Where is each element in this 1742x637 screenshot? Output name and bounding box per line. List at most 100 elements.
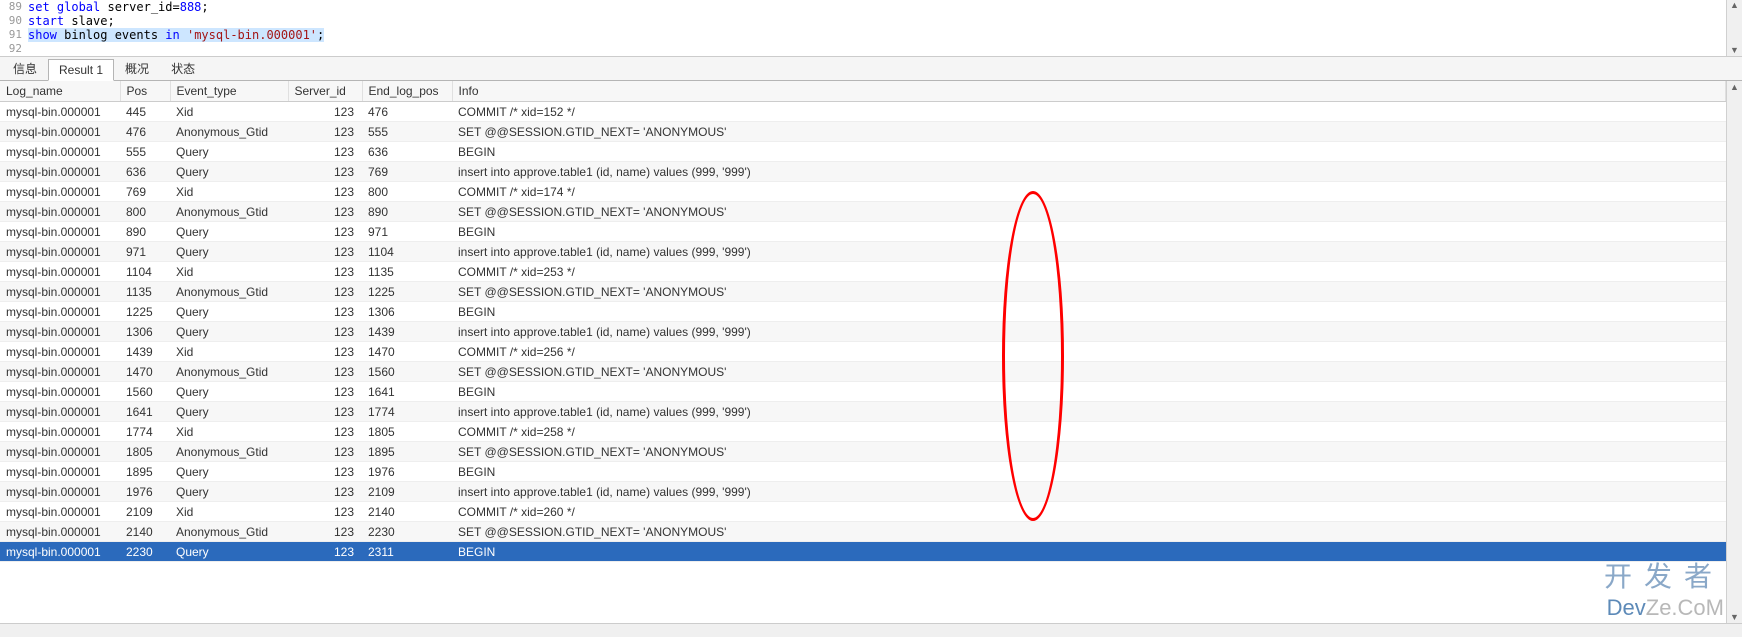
cell-logname[interactable]: mysql-bin.000001	[0, 542, 120, 562]
cell-pos[interactable]: 1641	[120, 402, 170, 422]
table-row[interactable]: mysql-bin.0000012230Query1232311BEGIN	[0, 542, 1726, 562]
cell-eventtype[interactable]: Anonymous_Gtid	[170, 122, 288, 142]
cell-info[interactable]: BEGIN	[452, 382, 1726, 402]
cell-logname[interactable]: mysql-bin.000001	[0, 322, 120, 342]
cell-eventtype[interactable]: Query	[170, 162, 288, 182]
cell-serverid[interactable]: 123	[288, 142, 362, 162]
editor-line[interactable]: 91show binlog events in 'mysql-bin.00000…	[2, 28, 1742, 42]
cell-endlogpos[interactable]: 1895	[362, 442, 452, 462]
col-header-serverid[interactable]: Server_id	[288, 81, 362, 102]
cell-eventtype[interactable]: Anonymous_Gtid	[170, 282, 288, 302]
table-row[interactable]: mysql-bin.0000011976Query1232109insert i…	[0, 482, 1726, 502]
table-row[interactable]: mysql-bin.0000011774Xid1231805COMMIT /* …	[0, 422, 1726, 442]
cell-logname[interactable]: mysql-bin.000001	[0, 202, 120, 222]
cell-eventtype[interactable]: Query	[170, 382, 288, 402]
cell-serverid[interactable]: 123	[288, 322, 362, 342]
cell-logname[interactable]: mysql-bin.000001	[0, 282, 120, 302]
cell-info[interactable]: insert into approve.table1 (id, name) va…	[452, 322, 1726, 342]
cell-serverid[interactable]: 123	[288, 382, 362, 402]
cell-eventtype[interactable]: Query	[170, 222, 288, 242]
grid-scrollbar-vertical[interactable]: ▲ ▼	[1726, 81, 1742, 623]
cell-endlogpos[interactable]: 890	[362, 202, 452, 222]
tab-概况[interactable]: 概况	[114, 56, 160, 80]
cell-logname[interactable]: mysql-bin.000001	[0, 442, 120, 462]
table-row[interactable]: mysql-bin.000001971Query1231104insert in…	[0, 242, 1726, 262]
cell-serverid[interactable]: 123	[288, 242, 362, 262]
cell-logname[interactable]: mysql-bin.000001	[0, 402, 120, 422]
table-row[interactable]: mysql-bin.0000011225Query1231306BEGIN	[0, 302, 1726, 322]
cell-logname[interactable]: mysql-bin.000001	[0, 142, 120, 162]
cell-logname[interactable]: mysql-bin.000001	[0, 482, 120, 502]
col-header-pos[interactable]: Pos	[120, 81, 170, 102]
table-row[interactable]: mysql-bin.000001769Xid123800COMMIT /* xi…	[0, 182, 1726, 202]
cell-eventtype[interactable]: Anonymous_Gtid	[170, 202, 288, 222]
cell-logname[interactable]: mysql-bin.000001	[0, 382, 120, 402]
cell-endlogpos[interactable]: 2140	[362, 502, 452, 522]
code-text[interactable]: start slave;	[28, 14, 115, 28]
col-header-info[interactable]: Info	[452, 81, 1726, 102]
cell-logname[interactable]: mysql-bin.000001	[0, 182, 120, 202]
cell-pos[interactable]: 769	[120, 182, 170, 202]
cell-info[interactable]: BEGIN	[452, 462, 1726, 482]
cell-endlogpos[interactable]: 1774	[362, 402, 452, 422]
cell-eventtype[interactable]: Xid	[170, 262, 288, 282]
cell-pos[interactable]: 2140	[120, 522, 170, 542]
scroll-down-icon[interactable]: ▼	[1730, 45, 1739, 56]
cell-info[interactable]: BEGIN	[452, 142, 1726, 162]
cell-info[interactable]: insert into approve.table1 (id, name) va…	[452, 482, 1726, 502]
code-text[interactable]: set global server_id=888;	[28, 0, 209, 14]
cell-pos[interactable]: 1805	[120, 442, 170, 462]
scroll-up-icon[interactable]: ▲	[1730, 0, 1739, 11]
cell-serverid[interactable]: 123	[288, 182, 362, 202]
cell-pos[interactable]: 1560	[120, 382, 170, 402]
cell-info[interactable]: SET @@SESSION.GTID_NEXT= 'ANONYMOUS'	[452, 282, 1726, 302]
cell-pos[interactable]: 476	[120, 122, 170, 142]
cell-eventtype[interactable]: Xid	[170, 422, 288, 442]
cell-info[interactable]: COMMIT /* xid=253 */	[452, 262, 1726, 282]
sql-editor[interactable]: 89set global server_id=888;90start slave…	[0, 0, 1742, 57]
cell-eventtype[interactable]: Query	[170, 482, 288, 502]
cell-pos[interactable]: 2109	[120, 502, 170, 522]
cell-serverid[interactable]: 123	[288, 502, 362, 522]
cell-endlogpos[interactable]: 1470	[362, 342, 452, 362]
cell-pos[interactable]: 1225	[120, 302, 170, 322]
cell-serverid[interactable]: 123	[288, 522, 362, 542]
cell-pos[interactable]: 2230	[120, 542, 170, 562]
cell-serverid[interactable]: 123	[288, 282, 362, 302]
cell-logname[interactable]: mysql-bin.000001	[0, 162, 120, 182]
cell-logname[interactable]: mysql-bin.000001	[0, 522, 120, 542]
cell-logname[interactable]: mysql-bin.000001	[0, 242, 120, 262]
cell-eventtype[interactable]: Xid	[170, 342, 288, 362]
table-row[interactable]: mysql-bin.0000012140Anonymous_Gtid123223…	[0, 522, 1726, 542]
cell-pos[interactable]: 1439	[120, 342, 170, 362]
table-row[interactable]: mysql-bin.0000012109Xid1232140COMMIT /* …	[0, 502, 1726, 522]
cell-eventtype[interactable]: Xid	[170, 502, 288, 522]
cell-endlogpos[interactable]: 1439	[362, 322, 452, 342]
cell-pos[interactable]: 971	[120, 242, 170, 262]
cell-serverid[interactable]: 123	[288, 122, 362, 142]
cell-logname[interactable]: mysql-bin.000001	[0, 262, 120, 282]
cell-serverid[interactable]: 123	[288, 462, 362, 482]
cell-info[interactable]: SET @@SESSION.GTID_NEXT= 'ANONYMOUS'	[452, 522, 1726, 542]
cell-info[interactable]: insert into approve.table1 (id, name) va…	[452, 402, 1726, 422]
cell-logname[interactable]: mysql-bin.000001	[0, 102, 120, 122]
cell-endlogpos[interactable]: 1225	[362, 282, 452, 302]
cell-endlogpos[interactable]: 971	[362, 222, 452, 242]
cell-eventtype[interactable]: Query	[170, 242, 288, 262]
cell-serverid[interactable]: 123	[288, 102, 362, 122]
cell-endlogpos[interactable]: 2311	[362, 542, 452, 562]
cell-eventtype[interactable]: Xid	[170, 182, 288, 202]
table-row[interactable]: mysql-bin.0000011439Xid1231470COMMIT /* …	[0, 342, 1726, 362]
cell-endlogpos[interactable]: 769	[362, 162, 452, 182]
cell-endlogpos[interactable]: 1641	[362, 382, 452, 402]
cell-info[interactable]: insert into approve.table1 (id, name) va…	[452, 242, 1726, 262]
table-row[interactable]: mysql-bin.000001476Anonymous_Gtid123555S…	[0, 122, 1726, 142]
cell-info[interactable]: COMMIT /* xid=258 */	[452, 422, 1726, 442]
cell-logname[interactable]: mysql-bin.000001	[0, 302, 120, 322]
cell-pos[interactable]: 445	[120, 102, 170, 122]
table-row[interactable]: mysql-bin.000001445Xid123476COMMIT /* xi…	[0, 102, 1726, 122]
cell-pos[interactable]: 1976	[120, 482, 170, 502]
cell-logname[interactable]: mysql-bin.000001	[0, 122, 120, 142]
cell-logname[interactable]: mysql-bin.000001	[0, 342, 120, 362]
cell-serverid[interactable]: 123	[288, 542, 362, 562]
